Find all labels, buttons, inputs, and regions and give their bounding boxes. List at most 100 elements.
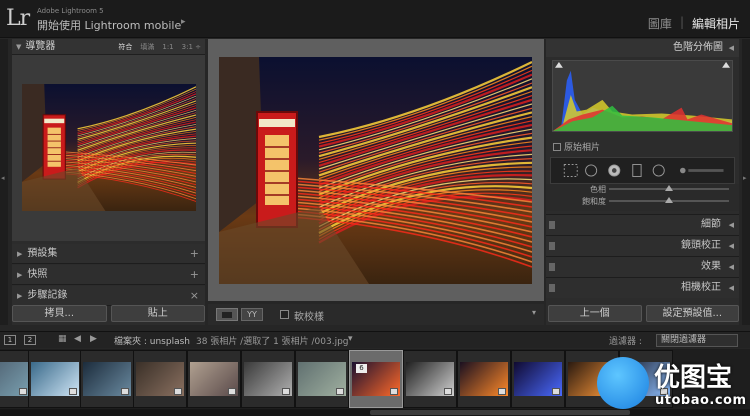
edited-badge-icon	[282, 388, 290, 395]
forward-arrow-icon[interactable]: ▶	[90, 334, 97, 344]
saturation-knob[interactable]	[665, 197, 673, 203]
navigator-title: 導覽器	[25, 41, 56, 52]
clear-history-icon[interactable]: ×	[190, 286, 199, 306]
copy-button[interactable]: 拷貝...	[12, 305, 107, 322]
collapse-right-icon[interactable]: ▸	[743, 174, 747, 182]
right-panel: 色階分佈圖 ◀ 原始相片 色相 飽和度 細節 ◀ 鏡頭校正 ◀ 效果 ◀ 相機校正 ◀	[546, 39, 739, 325]
previous-button[interactable]: 上一個	[548, 305, 642, 322]
filmstrip-scroll-thumb[interactable]	[370, 410, 630, 415]
detail-panel[interactable]: 細節 ◀	[546, 214, 739, 235]
filmstrip-thumbnail[interactable]	[295, 350, 349, 408]
secondary-display-button[interactable]: 2	[24, 335, 36, 345]
loupe-view-button[interactable]	[216, 308, 238, 321]
expand-triangle-icon: ◀	[728, 44, 734, 52]
filmstrip-thumbnail[interactable]	[28, 350, 82, 408]
soft-proof-label: 軟校樣	[294, 312, 324, 323]
center-toolbar: YY 軟校樣 ▾	[208, 304, 544, 325]
grid-view-icon[interactable]: ▦	[58, 334, 67, 344]
right-button-row: 上一個 設定預設值...	[548, 305, 739, 325]
main-photo[interactable]	[219, 57, 532, 284]
original-photo-checkbox[interactable]	[553, 143, 561, 151]
filmstrip-bar: 1 2 ▦ ◀ ▶ 檔案夾 : unsplash 38 張相片 /選取了 1 張…	[0, 331, 750, 348]
original-photo-label: 原始相片	[564, 143, 601, 153]
camera-calibration-panel[interactable]: 相機校正 ◀	[546, 277, 739, 298]
zoom-1-1[interactable]: 1:1	[162, 39, 173, 55]
navigator-thumbnail[interactable]	[22, 84, 196, 211]
collapsed-triangle-icon: ◀	[728, 242, 734, 250]
hue-slider[interactable]	[609, 185, 729, 191]
edited-badge-icon	[336, 388, 344, 395]
navigator-preview	[12, 55, 205, 241]
filmstrip-thumbnail[interactable]	[187, 350, 241, 408]
filmstrip-thumbnail[interactable]	[457, 350, 511, 408]
saturation-slider[interactable]	[609, 197, 729, 203]
zoom-fit[interactable]: 符合	[118, 39, 132, 55]
add-snapshot-icon[interactable]: +	[190, 265, 199, 285]
left-button-row: 拷貝... 貼上	[12, 305, 205, 325]
filmstrip-thumbnail[interactable]: 6	[349, 350, 403, 408]
soft-proof-checkbox[interactable]	[280, 310, 289, 319]
module-library[interactable]: 圖庫	[648, 15, 672, 32]
filmstrip-thumbnail[interactable]	[133, 350, 187, 408]
edited-badge-icon	[552, 388, 560, 395]
original-photo-toggle[interactable]: 原始相片	[553, 140, 600, 153]
toolbar-menu-icon[interactable]: ▾	[532, 308, 536, 317]
snapshots-panel[interactable]: ▶ 快照 +	[12, 265, 205, 285]
presets-label: 預設集	[27, 248, 58, 259]
thumbnail-index: 6	[356, 364, 367, 373]
add-preset-icon[interactable]: +	[190, 244, 199, 264]
before-after-button[interactable]: YY	[241, 308, 263, 321]
reset-button[interactable]: 設定預設值...	[645, 305, 739, 322]
panel-switch-icon[interactable]	[549, 242, 555, 250]
effects-panel[interactable]: 效果 ◀	[546, 256, 739, 277]
photo-count: 38 張相片 /選取了 1 張相片 /003.jpg	[196, 337, 349, 347]
collapse-left-icon[interactable]: ◂	[1, 174, 5, 182]
history-panel[interactable]: ▶ 步驟記錄 ×	[12, 286, 205, 306]
top-bar: Lr Adobe Lightroom 5 開始使用 Lightroom mobi…	[0, 0, 750, 38]
expand-triangle-icon: ▼	[16, 43, 22, 51]
left-panel: ▼ 導覽器 符合 填滿 1:1 3:1 ÷ ▶ 預設集 + ▶ 快照 + ▶ 步驟記錄 …	[12, 39, 205, 325]
paste-button[interactable]: 貼上	[110, 305, 205, 322]
panel-switch-icon[interactable]	[549, 221, 555, 229]
lens-correction-panel[interactable]: 鏡頭校正 ◀	[546, 235, 739, 256]
edited-badge-icon	[174, 388, 182, 395]
panel-switch-icon[interactable]	[549, 284, 555, 292]
right-edge-strip[interactable]: ▸	[742, 39, 750, 325]
watermark: 优图宝 utobao.com	[595, 353, 747, 415]
filmstrip-thumbnail[interactable]	[241, 350, 295, 408]
edited-badge-icon	[69, 388, 77, 395]
left-edge-strip[interactable]: ◂	[0, 39, 8, 325]
module-develop[interactable]: 編輯相片	[692, 15, 740, 32]
navigator-header[interactable]: ▼ 導覽器 符合 填滿 1:1 3:1 ÷	[12, 39, 205, 55]
collapsed-triangle-icon: ▶	[17, 292, 23, 300]
edited-badge-icon	[498, 388, 506, 395]
hue-knob[interactable]	[665, 185, 673, 191]
presets-panel[interactable]: ▶ 預設集 +	[12, 244, 205, 264]
watermark-url: utobao.com	[655, 393, 747, 408]
edited-badge-icon	[444, 388, 452, 395]
filmstrip-thumbnail[interactable]	[80, 350, 134, 408]
source-dropdown-icon[interactable]: ▾	[348, 334, 353, 344]
filter-select[interactable]: 關閉過濾器	[656, 334, 738, 347]
history-label: 步驟記錄	[27, 290, 68, 301]
histogram-chart[interactable]	[552, 60, 733, 132]
identity-plate-subtitle[interactable]: 開始使用 Lightroom mobile	[37, 17, 181, 33]
filmstrip-thumbnail[interactable]	[403, 350, 457, 408]
hsl-rows: 色相 飽和度	[546, 184, 739, 211]
subtitle-arrow-icon[interactable]: ▸	[181, 17, 186, 27]
module-picker: 圖庫 | 編輯相片	[648, 15, 740, 32]
lightroom-logo: Lr	[6, 6, 30, 31]
edited-badge-icon	[228, 388, 236, 395]
histogram-header[interactable]: 色階分佈圖 ◀	[546, 39, 739, 57]
folder-path[interactable]: 檔案夾 : unsplash	[114, 334, 190, 347]
back-arrow-icon[interactable]: ◀	[74, 334, 81, 344]
zoom-custom[interactable]: 3:1 ÷	[182, 39, 201, 55]
lens-correction-label: 鏡頭校正	[681, 240, 721, 251]
zoom-fill[interactable]: 填滿	[140, 39, 154, 55]
panel-switch-icon[interactable]	[549, 263, 555, 271]
primary-display-button[interactable]: 1	[4, 335, 16, 345]
snapshots-label: 快照	[27, 269, 48, 280]
collapsed-triangle-icon: ◀	[728, 221, 734, 229]
filmstrip-thumbnail[interactable]	[511, 350, 565, 408]
hue-label: 色相	[590, 185, 606, 194]
